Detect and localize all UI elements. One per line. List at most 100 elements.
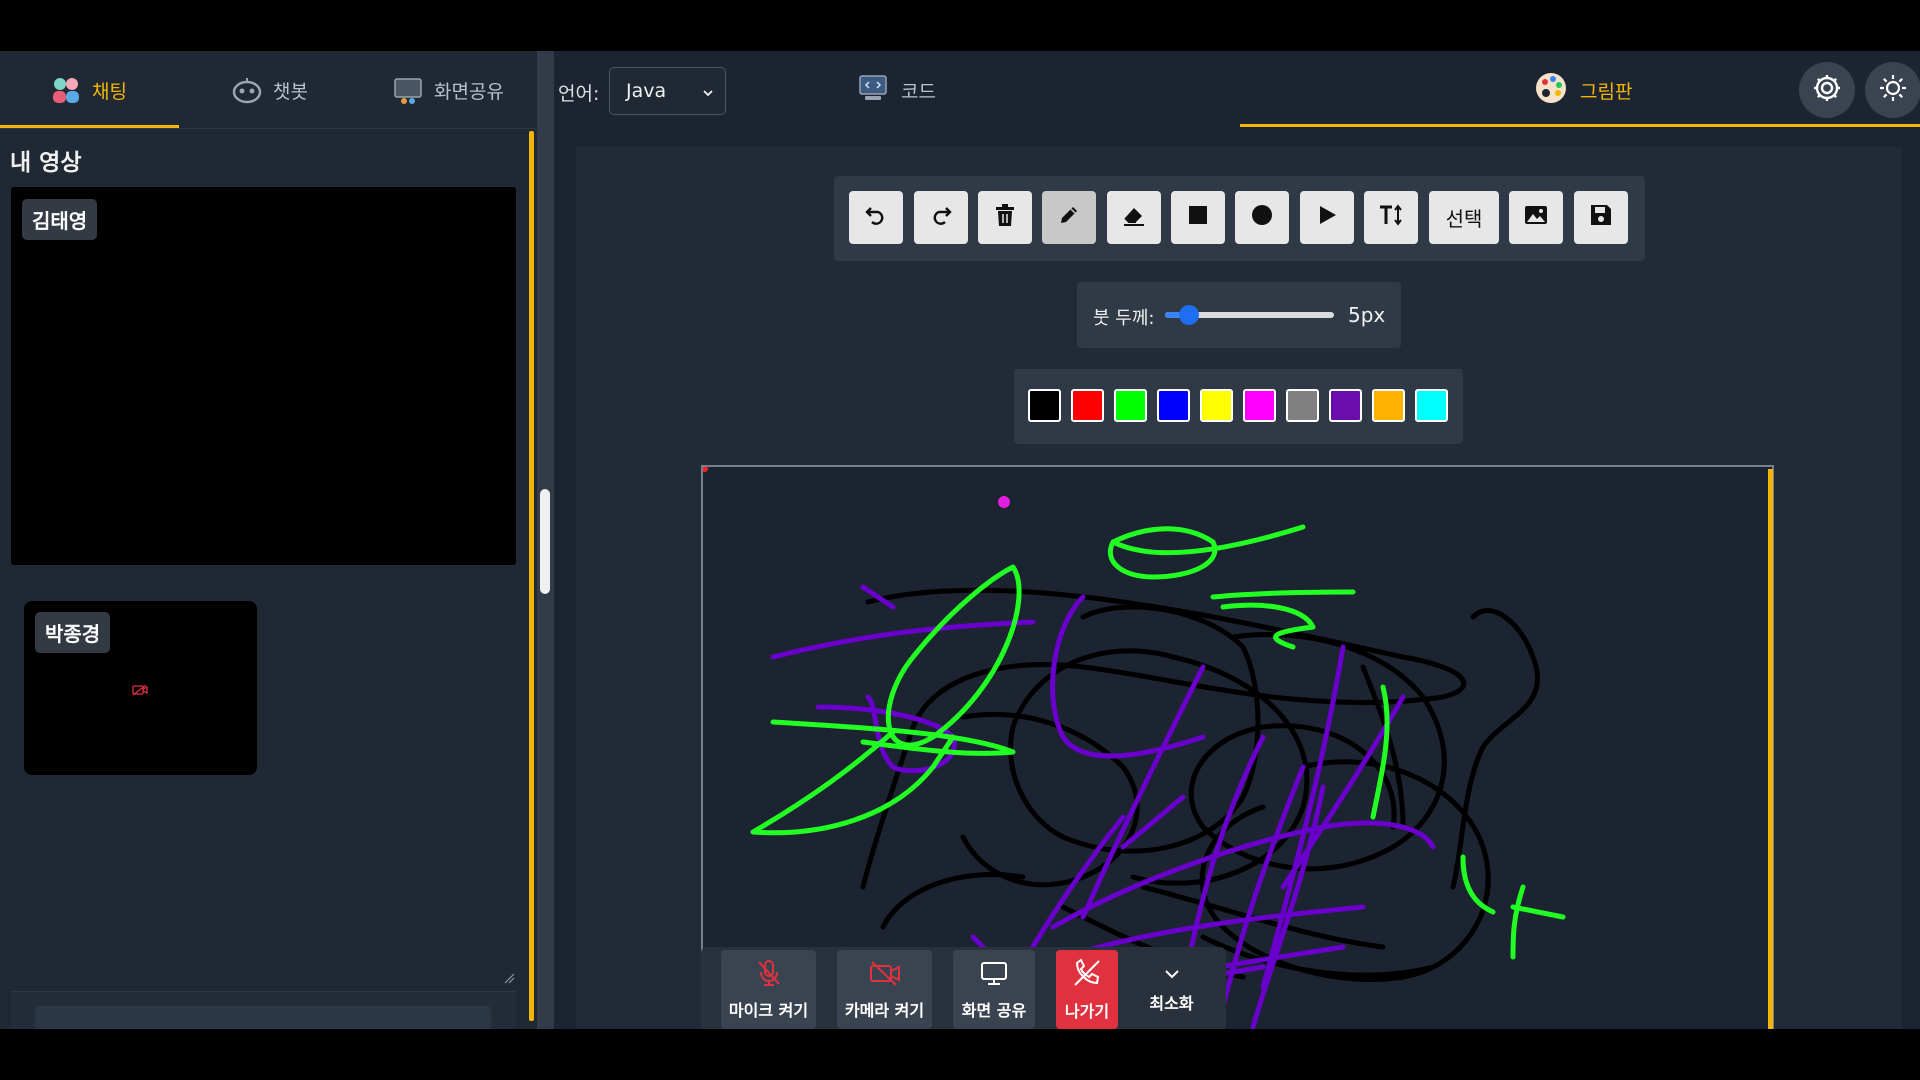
mic-off-icon: [754, 958, 784, 992]
redo-button[interactable]: [914, 191, 968, 244]
chat-input[interactable]: [35, 1006, 491, 1029]
color-swatch[interactable]: [1157, 389, 1190, 422]
redo-icon: [928, 202, 954, 233]
color-swatch[interactable]: [1243, 389, 1276, 422]
secondary-video: 박종경: [24, 601, 257, 775]
settings-button[interactable]: [1799, 62, 1855, 118]
screen-share-button[interactable]: 화면 공유: [953, 950, 1035, 1029]
robot-icon: [231, 74, 263, 106]
eraser-tool-button[interactable]: [1107, 191, 1161, 244]
left-scrollbar[interactable]: [529, 131, 534, 1021]
text-icon: [1378, 204, 1404, 231]
color-swatch[interactable]: [1114, 389, 1147, 422]
tab-chatbot-label: 챗봇: [273, 80, 308, 103]
eraser-icon: [1121, 203, 1147, 232]
tab-chatbot[interactable]: 챗봇: [231, 51, 308, 129]
chevron-down-icon-2: [1163, 966, 1181, 985]
mic-toggle-button[interactable]: 마이크 켜기: [721, 950, 816, 1029]
minimize-button[interactable]: 최소화: [1139, 950, 1204, 1029]
language-select[interactable]: Java: [609, 67, 726, 115]
screen-share-label: 화면 공유: [961, 1001, 1027, 1020]
left-tab-bar: 채팅 챗봇 화면공유: [0, 51, 537, 129]
minimize-label: 최소화: [1149, 993, 1194, 1013]
select-label: 선택: [1445, 207, 1483, 231]
tab-chat[interactable]: 채팅: [50, 51, 127, 129]
image-icon: [1524, 205, 1548, 230]
brush-size-panel: 붓 두께: 5px: [1077, 282, 1401, 348]
right-header: 언어: Java 코드 그림판: [554, 51, 1920, 129]
main-video: 김태영: [11, 187, 516, 565]
leave-button[interactable]: 나가기: [1056, 950, 1118, 1029]
sun-icon: [1878, 73, 1908, 107]
code-monitor-icon: [857, 72, 889, 109]
splitter-handle[interactable]: [540, 489, 550, 594]
participant-name-tag: 김태영: [22, 199, 98, 240]
undo-icon: [863, 202, 889, 233]
circle-icon: [1251, 204, 1273, 231]
square-icon: [1188, 205, 1208, 230]
color-swatch[interactable]: [1028, 389, 1061, 422]
right-panel: 언어: Java 코드 그림판 선택 붓 두께: 5px 마이크 켜기 카메라 …: [554, 51, 1920, 1029]
pencil-icon: [1057, 203, 1081, 232]
left-panel: 채팅 챗봇 화면공유 내 영상 김태영 박종경: [0, 51, 537, 1029]
active-tab-indicator: [0, 125, 179, 128]
drawing-strokes: [703, 467, 1566, 1029]
camera-toggle-label: 카메라 켜기: [844, 1001, 925, 1020]
hang-up-icon: [1071, 957, 1103, 993]
save-icon: [1590, 204, 1612, 231]
triangle-icon: [1316, 204, 1338, 231]
language-value: Java: [626, 80, 667, 102]
slider-thumb[interactable]: [1179, 305, 1200, 325]
call-control-bar: 마이크 켜기 카메라 켜기 화면 공유 나가기 최소화: [701, 947, 1226, 1029]
tab-code[interactable]: 코드: [857, 65, 936, 115]
app-window: 채팅 챗봇 화면공유 내 영상 김태영 박종경 언어: Java 코드 그림판 …: [0, 51, 1920, 1029]
tab-screen-share[interactable]: 화면공유: [392, 51, 504, 129]
clear-button[interactable]: [978, 191, 1032, 244]
brush-size-value: 5px: [1348, 303, 1386, 327]
canvas-scrollbar[interactable]: [1768, 469, 1773, 1029]
tab-screen-share-label: 화면공유: [434, 80, 504, 103]
undo-button[interactable]: [849, 191, 903, 244]
gear-icon: [1811, 72, 1843, 108]
participant-name-tag-2: 박종경: [35, 612, 111, 653]
brush-size-slider[interactable]: [1165, 305, 1334, 325]
leave-label: 나가기: [1064, 1002, 1110, 1021]
camera-toggle-button[interactable]: 카메라 켜기: [837, 950, 932, 1029]
panel-splitter[interactable]: [537, 51, 554, 1029]
resize-grip-icon[interactable]: [503, 969, 515, 984]
color-swatch[interactable]: [1415, 389, 1448, 422]
rectangle-tool-button[interactable]: [1171, 191, 1225, 244]
circle-tool-button[interactable]: [1235, 191, 1289, 244]
text-tool-button[interactable]: [1364, 191, 1418, 244]
select-tool-button[interactable]: 선택: [1429, 191, 1499, 244]
triangle-tool-button[interactable]: [1300, 191, 1354, 244]
color-palette: [1014, 369, 1463, 444]
brush-size-label: 붓 두께:: [1093, 308, 1155, 329]
chat-box: [11, 991, 516, 1029]
tab-drawing[interactable]: 그림판: [1534, 65, 1632, 115]
people-icon: [50, 74, 82, 106]
palette-icon: [1534, 71, 1568, 110]
mic-toggle-label: 마이크 켜기: [728, 1001, 809, 1020]
theme-toggle-button[interactable]: [1865, 62, 1920, 118]
tab-code-label: 코드: [901, 80, 936, 103]
language-label: 언어:: [558, 83, 600, 105]
save-button[interactable]: [1574, 191, 1628, 244]
camera-off-icon: [132, 681, 148, 700]
color-swatch[interactable]: [1286, 389, 1319, 422]
color-swatch[interactable]: [1372, 389, 1405, 422]
screen-share-icon: [392, 74, 424, 106]
drawing-toolbar: 선택: [834, 176, 1645, 261]
pencil-tool-button[interactable]: [1042, 191, 1096, 244]
my-video-title: 내 영상: [10, 150, 82, 176]
color-swatch[interactable]: [1329, 389, 1362, 422]
tab-drawing-label: 그림판: [1580, 80, 1633, 103]
insert-image-button[interactable]: [1509, 191, 1563, 244]
chevron-down-icon: [701, 83, 715, 105]
active-tab-indicator-right: [1240, 124, 1920, 127]
drawing-canvas[interactable]: [701, 465, 1774, 1029]
color-swatch[interactable]: [1200, 389, 1233, 422]
camera-off-icon: [868, 958, 902, 992]
monitor-icon: [979, 958, 1009, 992]
color-swatch[interactable]: [1071, 389, 1104, 422]
